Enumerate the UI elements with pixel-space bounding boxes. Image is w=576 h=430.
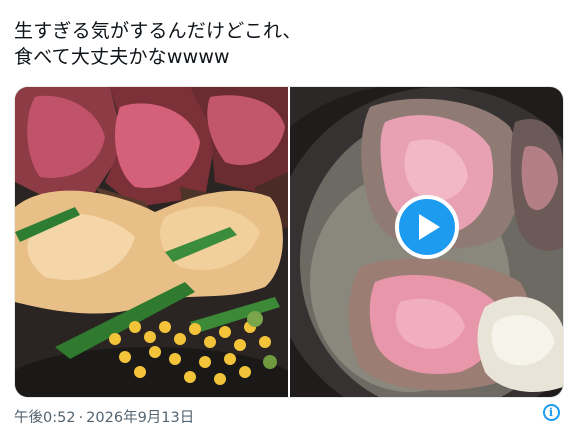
tweet-text-line-1: 生すぎる気がするんだけどこれ、 [14, 20, 302, 42]
meta-separator: · [78, 410, 84, 426]
info-button[interactable]: i [538, 399, 564, 425]
photo-steak[interactable] [15, 87, 288, 397]
play-icon [419, 214, 440, 240]
play-button[interactable] [394, 195, 459, 259]
photo-steak-image [15, 87, 288, 397]
tweet-text: 生すぎる気がするんだけどこれ、 食べて大丈夫かなwwww [14, 18, 554, 70]
video-steak[interactable] [290, 87, 563, 397]
tweet: 生すぎる気がするんだけどこれ、 食べて大丈夫かなwwww 午後0:52 · 20… [0, 0, 576, 430]
tweet-time: 午後0:52 [14, 410, 76, 426]
tweet-timestamp[interactable]: 午後0:52 · 2026年9月13日 [14, 406, 194, 427]
tweet-date: 2026年9月13日 [86, 410, 195, 426]
info-icon: i [542, 403, 560, 421]
tweet-text-line-2: 食べて大丈夫かなwwww [14, 46, 230, 68]
media-grid [14, 86, 564, 398]
